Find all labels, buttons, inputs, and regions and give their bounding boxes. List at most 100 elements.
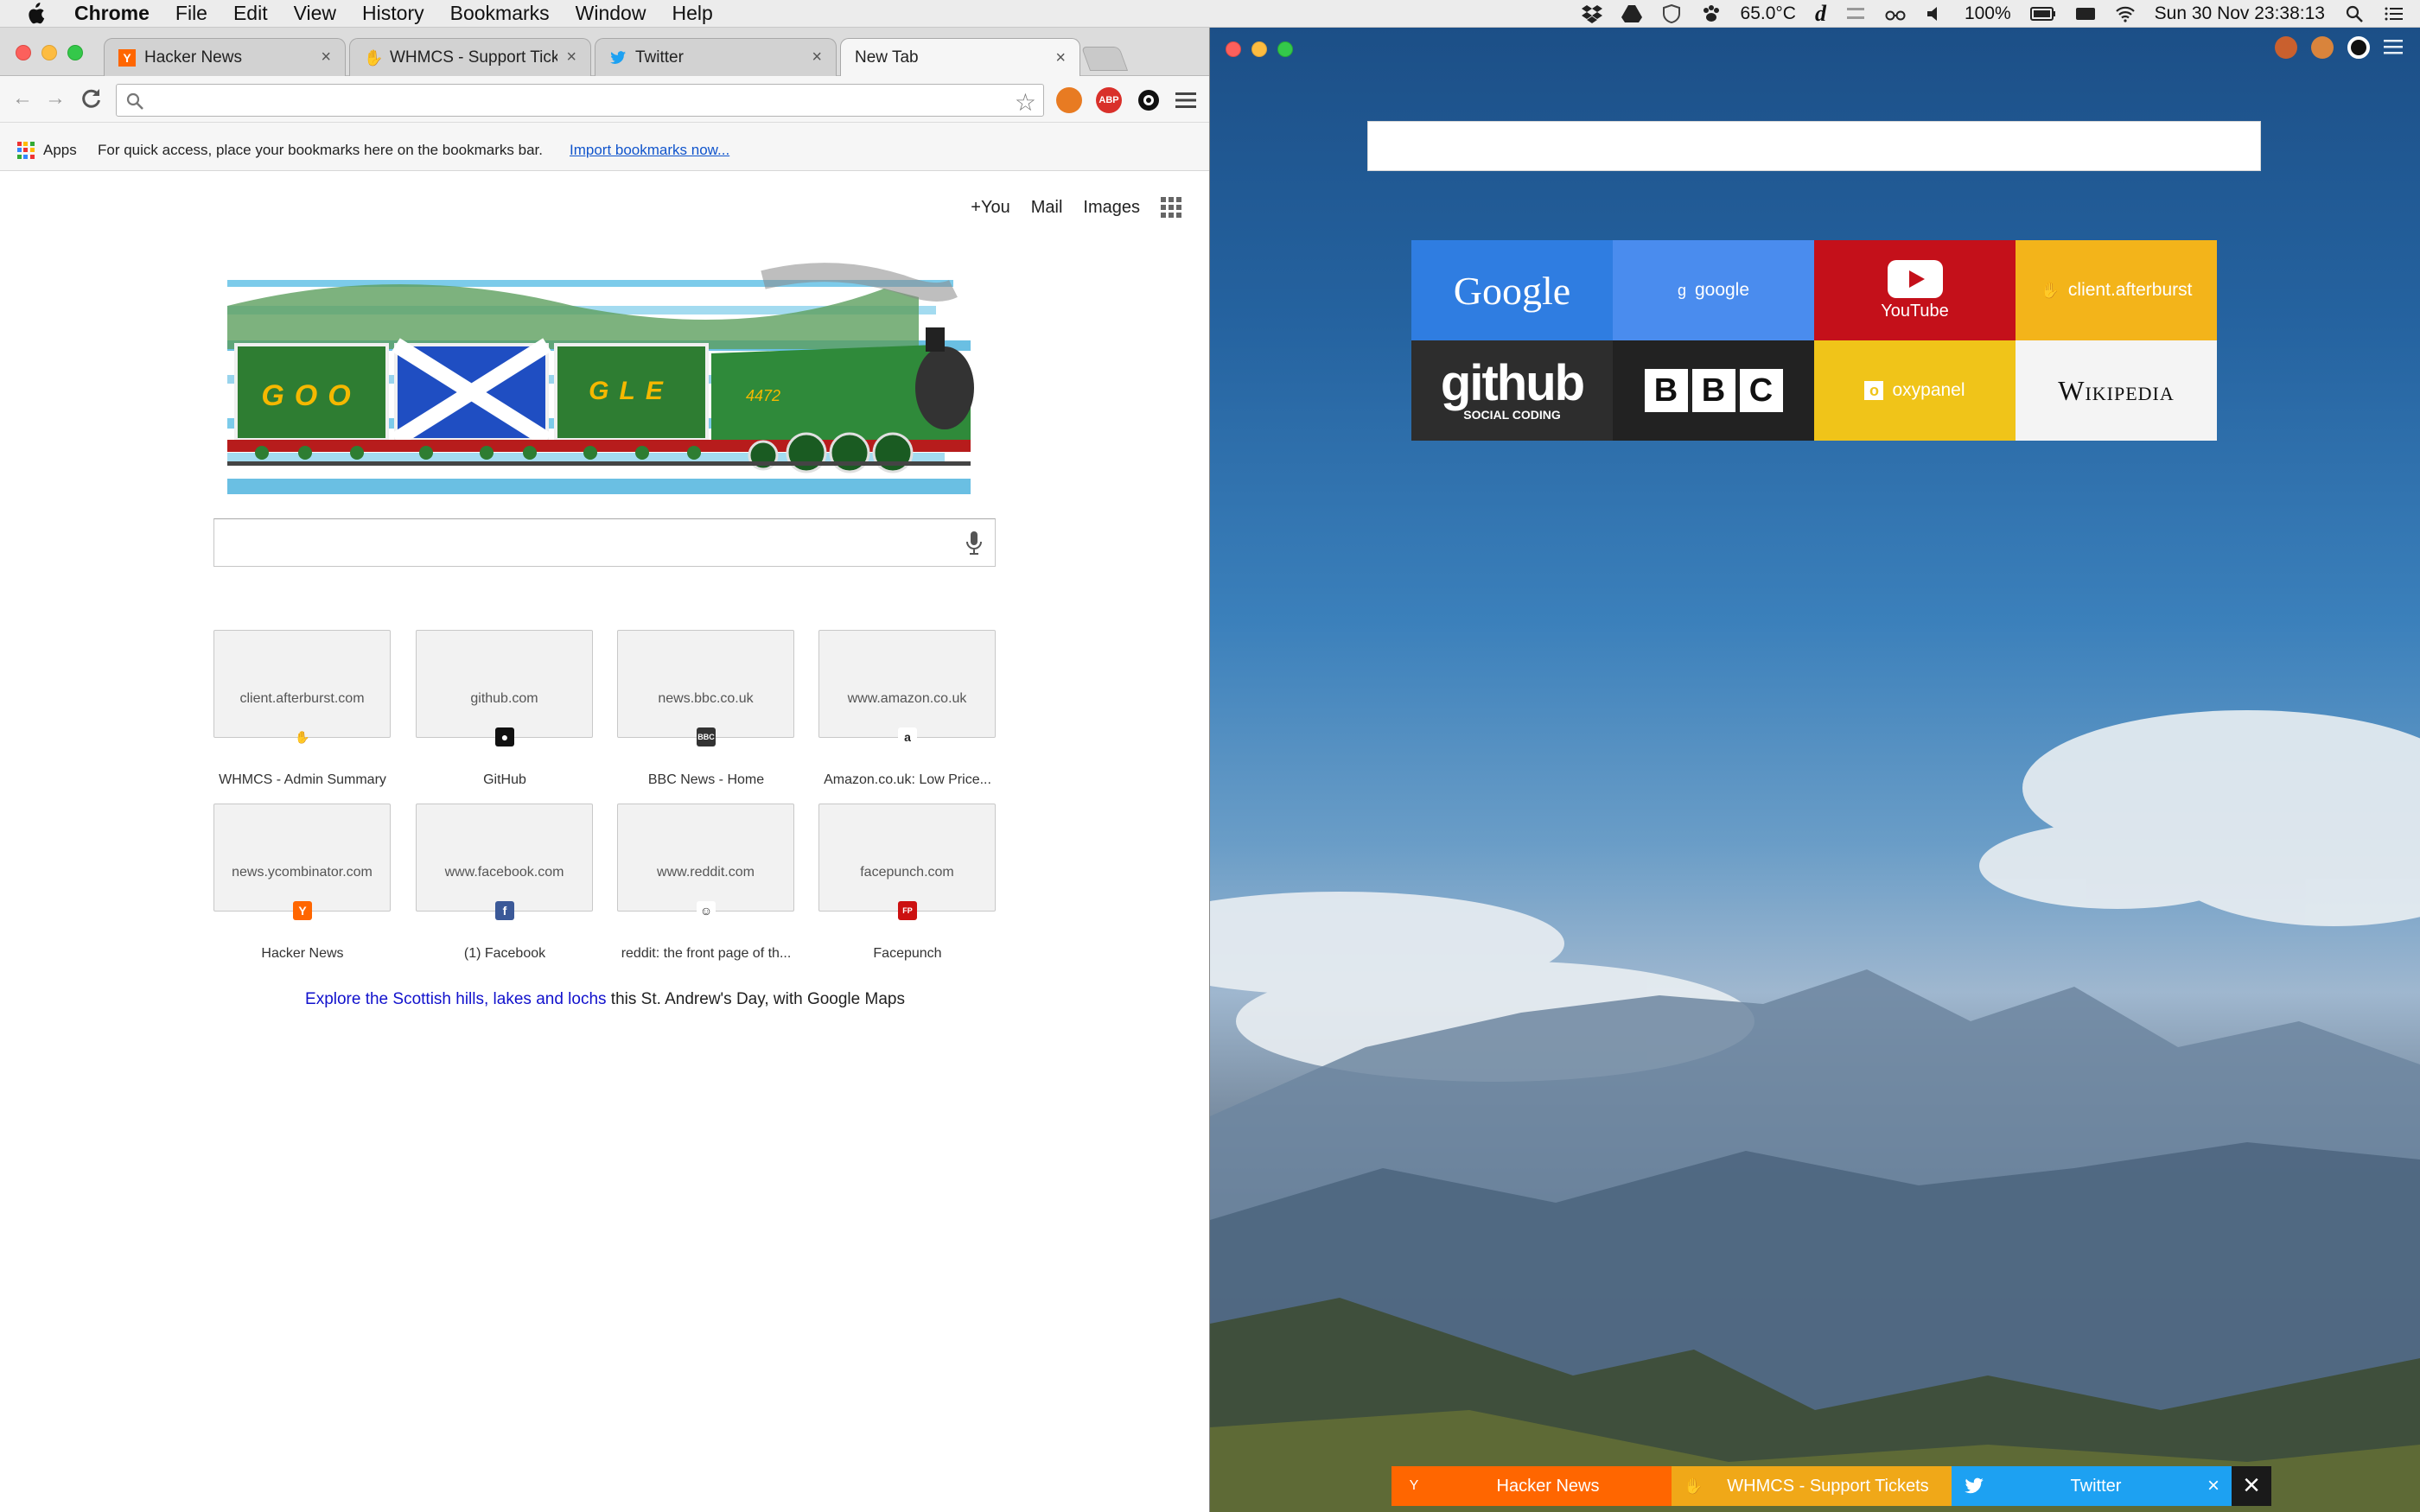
notification-center-icon[interactable]: [2384, 4, 2404, 23]
dash-icon[interactable]: d: [1815, 1, 1826, 27]
menu-bookmarks[interactable]: Bookmarks: [450, 2, 550, 25]
bookmark-star-icon[interactable]: ☆: [1015, 88, 1036, 117]
facepunch-icon: FP: [898, 901, 917, 920]
close-window-button[interactable]: [1226, 41, 1241, 57]
tile-title[interactable]: (1) Facebook: [401, 946, 608, 962]
dropbox-icon[interactable]: [1581, 4, 1602, 23]
speed-dial-wikipedia[interactable]: Wikipedia: [2016, 340, 2217, 441]
speed-dial-github[interactable]: github SOCIAL CODING: [1411, 340, 1613, 441]
close-tab-icon[interactable]: ×: [2207, 1474, 2219, 1498]
promo-link[interactable]: Explore the Scottish hills, lakes and lo…: [305, 990, 607, 1008]
back-arrow-icon[interactable]: ←: [10, 86, 35, 111]
tile-title[interactable]: BBC News - Home: [602, 772, 810, 788]
google-plus-link[interactable]: +You: [971, 198, 1009, 218]
tile-title[interactable]: Facepunch: [804, 946, 1011, 962]
import-bookmarks-link[interactable]: Import bookmarks now...: [570, 142, 729, 159]
tile-title[interactable]: WHMCS - Admin Summary: [199, 772, 406, 788]
tile-title[interactable]: Amazon.co.uk: Low Price...: [804, 772, 1011, 788]
menu-file[interactable]: File: [175, 2, 207, 25]
settings-gear-extension-icon[interactable]: [1136, 87, 1162, 113]
microphone-icon[interactable]: [964, 530, 984, 556]
tile-title[interactable]: reddit: the front page of th...: [602, 946, 810, 962]
tab-label: Twitter: [635, 48, 684, 67]
apple-icon[interactable]: [26, 2, 45, 25]
close-tab-icon[interactable]: ×: [566, 48, 576, 67]
tab-hacker-news[interactable]: Y Hacker News ×: [104, 38, 346, 76]
most-visited-tile[interactable]: www.reddit.com ☺: [617, 804, 794, 920]
close-bottom-bar-button[interactable]: ×: [2232, 1466, 2271, 1506]
speed-dial-google[interactable]: Google: [1411, 240, 1613, 340]
zoom-window-button[interactable]: [1277, 41, 1293, 57]
tab-twitter[interactable]: Twitter ×: [595, 38, 837, 76]
clock[interactable]: Sun 30 Nov 23:38:13: [2155, 3, 2325, 24]
menu-edit[interactable]: Edit: [233, 2, 268, 25]
close-window-button[interactable]: [16, 45, 31, 60]
address-bar[interactable]: ☆: [116, 84, 1044, 117]
speed-dial-client-afterburst[interactable]: ✋ client.afterburst: [2016, 240, 2217, 340]
tab-whmcs[interactable]: ✋ WHMCS - Support Tickets ×: [349, 38, 591, 76]
gmail-link[interactable]: Mail: [1031, 198, 1063, 218]
hamburger-menu-icon[interactable]: [1175, 90, 1198, 111]
apps-grid-icon[interactable]: [17, 142, 35, 159]
images-link[interactable]: Images: [1083, 198, 1140, 218]
menu-history[interactable]: History: [362, 2, 424, 25]
speed-dial-oxypanel[interactable]: o oxypanel: [1814, 340, 2016, 441]
hamburger-menu-icon[interactable]: [2384, 36, 2404, 57]
zoom-window-button[interactable]: [67, 45, 83, 60]
close-tab-icon[interactable]: ×: [812, 48, 822, 67]
menu-view[interactable]: View: [294, 2, 336, 25]
shield-icon[interactable]: [1661, 4, 1682, 23]
most-visited-tile[interactable]: github.com ●: [416, 630, 593, 746]
bottom-tab-whmcs[interactable]: ✋ WHMCS - Support Tickets: [1672, 1466, 1952, 1506]
most-visited-tile[interactable]: news.bbc.co.uk BBC: [617, 630, 794, 746]
most-visited-tile[interactable]: facepunch.com FP: [818, 804, 996, 920]
bottom-tab-hacker-news[interactable]: Y Hacker News: [1392, 1466, 1672, 1506]
speed-dial-bbc[interactable]: BBC: [1613, 340, 1814, 441]
google-search-input[interactable]: [213, 518, 996, 567]
menu-chrome[interactable]: Chrome: [74, 2, 150, 25]
google-apps-grid-icon[interactable]: [1161, 197, 1181, 218]
minimize-window-button[interactable]: [1251, 41, 1267, 57]
bbc-icon: BBC: [697, 727, 716, 746]
google-doodle[interactable]: GOO GLE 4472: [227, 245, 988, 515]
tab-label: New Tab: [855, 48, 919, 67]
new-tab-button[interactable]: [1080, 47, 1129, 71]
most-visited-tile[interactable]: www.amazon.co.uk a: [818, 630, 996, 746]
most-visited-tile[interactable]: www.facebook.com f: [416, 804, 593, 920]
reload-icon[interactable]: [80, 86, 104, 111]
battery-icon[interactable]: [2029, 4, 2056, 23]
menu-window[interactable]: Window: [576, 2, 646, 25]
battery-percent[interactable]: 100%: [1965, 3, 2011, 24]
close-tab-icon[interactable]: ×: [321, 48, 331, 67]
wifi-icon[interactable]: [2115, 4, 2136, 23]
menu-help[interactable]: Help: [672, 2, 712, 25]
network-stats-icon[interactable]: [1845, 4, 1866, 23]
extension-icon[interactable]: [2311, 36, 2334, 59]
spotlight-icon[interactable]: [2344, 4, 2365, 23]
extension-burn-icon[interactable]: [1056, 87, 1082, 113]
speed-dial-google[interactable]: g google: [1613, 240, 1814, 340]
close-tab-icon[interactable]: ×: [1055, 48, 1066, 68]
paw-icon[interactable]: [1701, 4, 1722, 23]
most-visited-tile[interactable]: news.ycombinator.com Y: [213, 804, 391, 920]
speed-dial-search-input[interactable]: [1367, 121, 2261, 171]
settings-gear-extension-icon[interactable]: [2347, 36, 2370, 59]
tile-domain: news.ycombinator.com: [232, 865, 373, 880]
hand-icon: ✋: [1684, 1477, 1704, 1495]
most-visited-tile[interactable]: client.afterburst.com ✋: [213, 630, 391, 744]
extension-icon[interactable]: [2275, 36, 2297, 59]
keyboard-icon[interactable]: [2075, 4, 2096, 23]
drive-icon[interactable]: [1621, 4, 1642, 23]
adblock-plus-icon[interactable]: ABP: [1096, 87, 1122, 113]
temperature-readout[interactable]: 65.0°C: [1741, 3, 1796, 24]
speed-dial-youtube[interactable]: YouTube: [1814, 240, 2016, 340]
glasses-icon[interactable]: [1885, 4, 1906, 23]
tile-title[interactable]: Hacker News: [199, 946, 406, 962]
volume-icon[interactable]: [1925, 4, 1946, 23]
tile-title[interactable]: GitHub: [401, 772, 608, 788]
minimize-window-button[interactable]: [41, 45, 57, 60]
bottom-tab-twitter[interactable]: Twitter ×: [1952, 1466, 2232, 1506]
tab-new-tab[interactable]: New Tab ×: [840, 38, 1080, 77]
forward-arrow-icon[interactable]: →: [43, 86, 67, 111]
apps-link[interactable]: Apps: [43, 142, 77, 159]
